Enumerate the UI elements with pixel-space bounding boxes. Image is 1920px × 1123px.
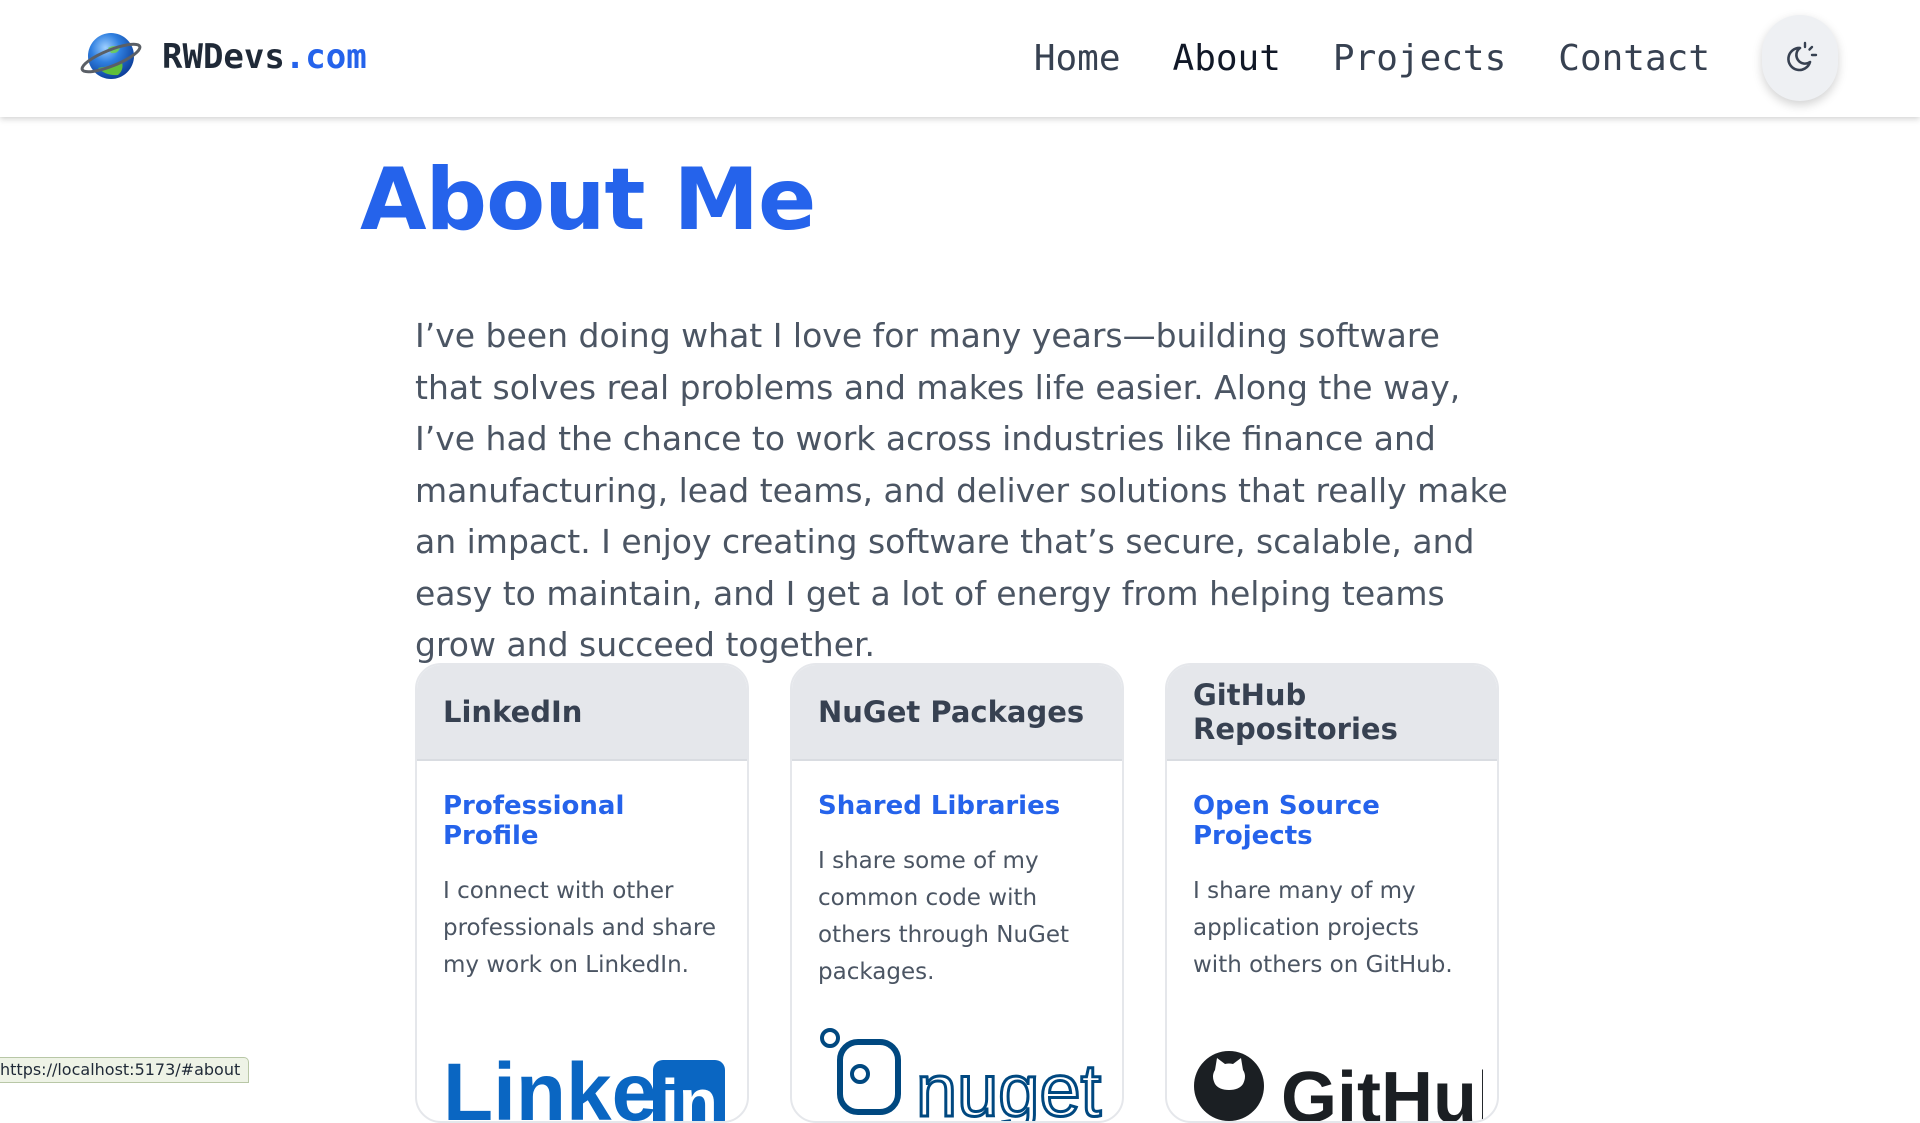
nuget-logo-icon: nuget: [820, 1028, 1103, 1123]
brand-link[interactable]: RWDevs.com: [78, 28, 367, 86]
card-nuget: NuGet Packages Shared Libraries I share …: [790, 663, 1124, 1123]
github-logo[interactable]: GitHub: [1193, 1030, 1497, 1123]
github-octocat-icon: GitHub: [1194, 1051, 1497, 1123]
linkedin-logo[interactable]: Linked in: [443, 1030, 733, 1123]
nav-projects[interactable]: Projects: [1333, 38, 1506, 79]
brand-name: RWDevs.com: [162, 37, 367, 77]
card-header: GitHub Repositories: [1167, 665, 1497, 761]
nav-contact[interactable]: Contact: [1558, 38, 1710, 79]
card-linkedin: LinkedIn Professional Profile I connect …: [415, 663, 749, 1123]
linkedin-logo-icon: Linked in: [443, 1047, 725, 1123]
planet-logo-icon: [80, 33, 142, 79]
card-description: I connect with other professionals and s…: [443, 878, 716, 978]
github-projects-link[interactable]: Open Source Projects: [1193, 791, 1471, 851]
theme-toggle-icon: [1787, 41, 1818, 72]
card-github: GitHub Repositories Open Source Projects…: [1165, 663, 1499, 1123]
theme-toggle-button[interactable]: [1762, 15, 1838, 101]
card-header: NuGet Packages: [792, 665, 1122, 761]
site-header: RWDevs.com Home About Projects Contact: [0, 0, 1920, 117]
linkedin-logo-badge: in: [661, 1066, 718, 1123]
card-header: LinkedIn: [417, 665, 747, 761]
main-nav: Home About Projects Contact: [982, 0, 1710, 117]
browser-status-bar: https://localhost:5173/#about: [0, 1057, 250, 1083]
github-logo-text: GitHub: [1281, 1058, 1483, 1123]
nuget-logo-text: nuget: [916, 1049, 1102, 1123]
nuget-logo[interactable]: nuget: [818, 1028, 1108, 1123]
nav-home[interactable]: Home: [1034, 38, 1121, 79]
about-intro: I’ve been doing what I love for many yea…: [415, 316, 1508, 664]
card-description: I share many of my application projects …: [1193, 878, 1453, 978]
page-title: About Me: [360, 150, 816, 250]
card-description: I share some of my common code with othe…: [818, 848, 1070, 985]
linkedin-profile-link[interactable]: Professional Profile: [443, 791, 721, 851]
nuget-libraries-link[interactable]: Shared Libraries: [818, 791, 1096, 821]
nav-about[interactable]: About: [1173, 38, 1281, 79]
